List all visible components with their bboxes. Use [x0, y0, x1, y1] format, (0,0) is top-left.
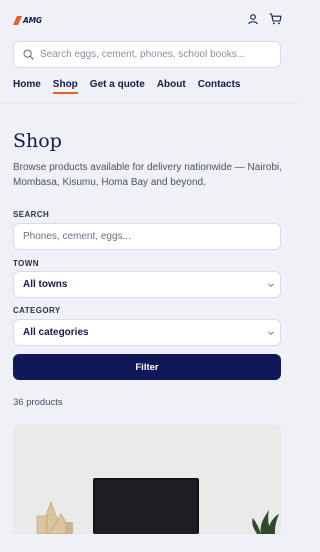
nav-home[interactable]: Home — [13, 79, 41, 93]
product-count: 36 products — [13, 397, 63, 408]
town-label: TOWN — [13, 259, 39, 268]
filter-button[interactable]: Filter — [13, 354, 281, 380]
product-search-input[interactable]: Phones, cement, eggs... — [13, 223, 281, 250]
logo-mark-icon — [13, 15, 22, 25]
brand-logo[interactable]: AMG — [13, 10, 44, 30]
account-button[interactable] — [246, 12, 260, 26]
category-label: CATEGORY — [13, 306, 61, 315]
nav-get-a-quote[interactable]: Get a quote — [90, 79, 145, 93]
town-select-value: All towns — [23, 279, 68, 290]
cart-icon — [269, 13, 282, 25]
logo-text: AMG — [23, 15, 42, 25]
search-icon — [23, 49, 34, 60]
page-lead: Browse products available for delivery n… — [13, 162, 283, 188]
page-title: Shop — [13, 130, 62, 152]
category-select-value: All categories — [23, 327, 89, 338]
town-select[interactable]: All towns — [13, 271, 281, 298]
nav-about[interactable]: About — [157, 79, 186, 93]
chevron-down-icon — [268, 283, 274, 288]
nav-contacts[interactable]: Contacts — [198, 79, 241, 93]
user-icon — [248, 14, 258, 25]
site-search-placeholder: Search eggs, cement, phones, school book… — [40, 49, 246, 60]
product-card-image[interactable] — [13, 424, 281, 534]
chevron-down-icon — [268, 331, 274, 336]
nav-shop[interactable]: Shop — [52, 79, 78, 94]
main-nav: Home Shop Get a quote About Contacts — [13, 79, 253, 94]
site-search-input[interactable]: Search eggs, cement, phones, school book… — [13, 41, 281, 68]
site-header: AMG Search eggs, cement, phones, school … — [0, 0, 300, 103]
category-select[interactable]: All categories — [13, 319, 281, 346]
product-photo — [13, 424, 281, 534]
cart-button[interactable] — [268, 12, 282, 26]
search-label: SEARCH — [13, 210, 50, 219]
product-search-placeholder: Phones, cement, eggs... — [23, 231, 131, 242]
